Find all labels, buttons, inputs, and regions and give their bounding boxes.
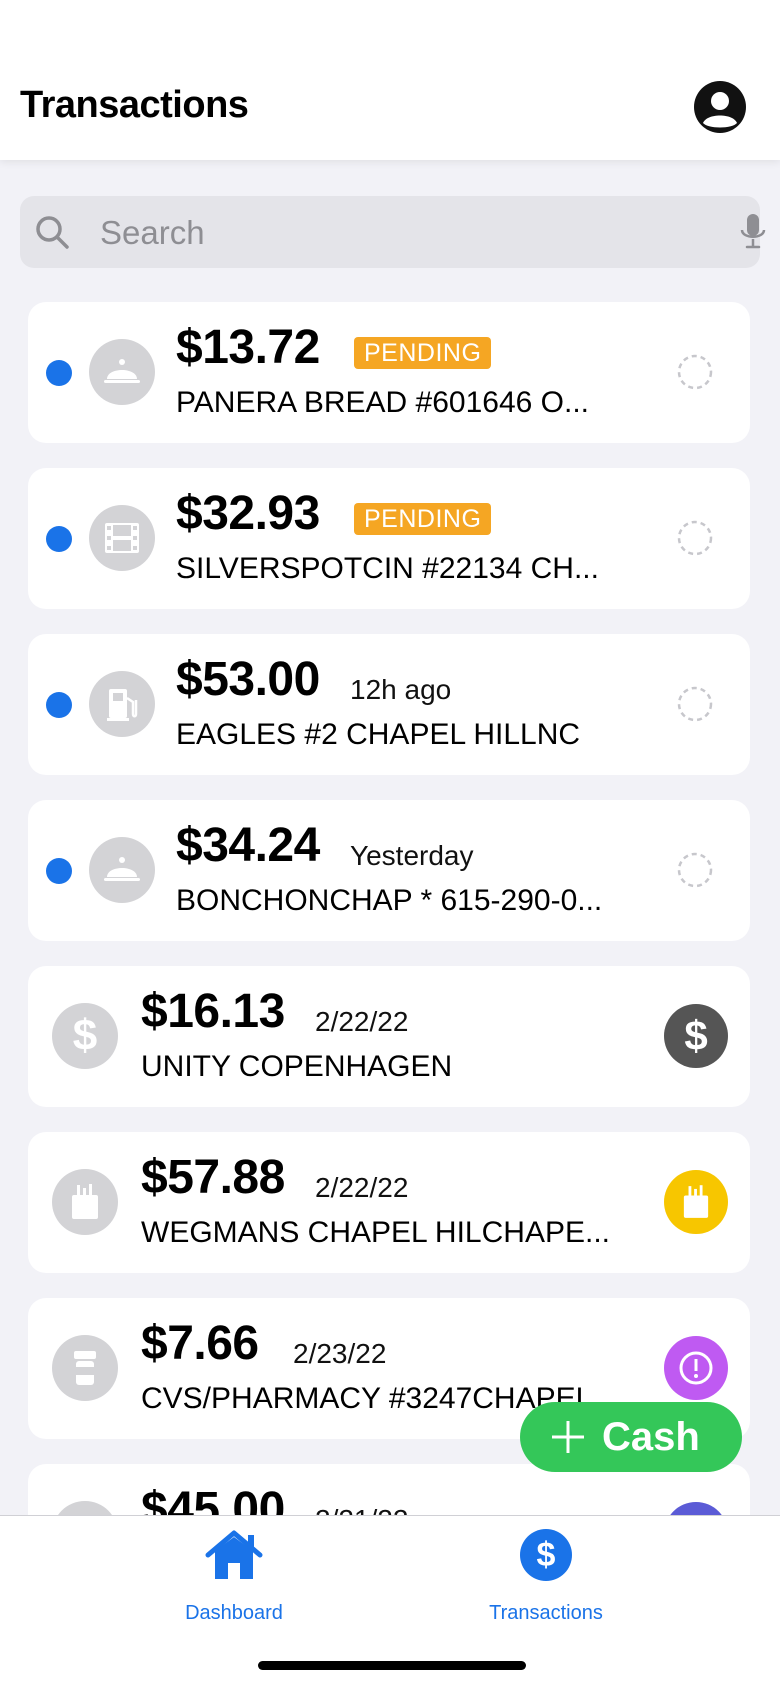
transaction-date: 2/23/22 xyxy=(293,1338,387,1369)
transaction-amount: $57.88 xyxy=(141,1151,285,1204)
app-header: Transactions xyxy=(0,0,780,160)
review-status-icon[interactable] xyxy=(677,852,713,888)
unread-dot xyxy=(46,526,72,552)
film-icon xyxy=(89,505,155,571)
tab-label: Transactions xyxy=(489,1602,603,1624)
page-title: Transactions xyxy=(20,84,249,126)
user-circle-icon[interactable] xyxy=(693,80,747,134)
transaction-card[interactable]: $34.24 Yesterday BONCHONCHAP * 615-290-0… xyxy=(28,800,750,941)
transaction-card[interactable]: $32.93 PENDING SILVERSPOTCIN #22134 CH..… xyxy=(28,468,750,609)
review-status-icon[interactable] xyxy=(677,520,713,556)
merchant-name: EAGLES #2 CHAPEL HILLNC xyxy=(176,718,581,751)
unread-dot xyxy=(46,692,72,718)
transaction-amount: $45.00 xyxy=(141,1483,285,1515)
microphone-icon[interactable] xyxy=(738,212,768,252)
search-icon xyxy=(36,216,69,249)
transaction-card[interactable]: $ $16.13 2/22/22 UNITY COPENHAGEN $ xyxy=(28,966,750,1107)
dollar-circle-icon: $ xyxy=(516,1526,576,1584)
transaction-amount: $16.13 xyxy=(141,985,285,1038)
tab-transactions[interactable]: $ Transactions xyxy=(446,1526,646,1626)
merchant-name: PANERA BREAD #601646 O... xyxy=(176,386,589,419)
transaction-amount: $34.24 xyxy=(176,819,320,872)
merchant-name: UNITY COPENHAGEN xyxy=(141,1050,453,1083)
food-cloche-icon xyxy=(89,339,155,405)
pill-bottle-icon xyxy=(52,1335,118,1401)
dollar-icon[interactable]: $ xyxy=(664,1004,728,1068)
review-status-icon[interactable] xyxy=(677,354,713,390)
exclamation-icon[interactable] xyxy=(664,1336,728,1400)
transaction-amount: $32.93 xyxy=(176,487,320,540)
food-cloche-icon xyxy=(89,837,155,903)
home-indicator xyxy=(258,1661,526,1670)
search-bar[interactable]: Search xyxy=(20,196,766,268)
gas-pump-icon xyxy=(89,671,155,737)
transaction-amount: $53.00 xyxy=(176,653,320,706)
transaction-date: 2/22/22 xyxy=(315,1006,409,1037)
transaction-date: Yesterday xyxy=(350,840,474,871)
search-input[interactable]: Search xyxy=(100,214,205,252)
tab-label: Dashboard xyxy=(185,1602,283,1624)
transaction-list[interactable]: $13.72 PENDING PANERA BREAD #601646 O...… xyxy=(0,300,780,1515)
pending-badge: PENDING xyxy=(354,337,492,369)
grocery-bag-icon[interactable] xyxy=(664,1170,728,1234)
plus-icon xyxy=(552,1421,584,1453)
transaction-card[interactable]: $53.00 12h ago EAGLES #2 CHAPEL HILLNC xyxy=(28,634,750,775)
transaction-amount: $13.72 xyxy=(176,321,320,374)
transaction-date: 12h ago xyxy=(350,674,452,705)
transaction-card[interactable]: $13.72 PENDING PANERA BREAD #601646 O... xyxy=(28,302,750,443)
merchant-name: SILVERSPOTCIN #22134 CH... xyxy=(176,552,599,585)
dollar-icon: $ xyxy=(52,1003,118,1069)
transaction-date: 2/21/22 xyxy=(315,1504,408,1515)
category-icon xyxy=(52,1501,118,1515)
tab-dashboard[interactable]: Dashboard xyxy=(134,1526,334,1626)
merchant-name: WEGMANS CHAPEL HILCHAPE... xyxy=(141,1216,610,1249)
add-cash-button[interactable]: Cash xyxy=(520,1402,742,1472)
add-cash-label: Cash xyxy=(602,1414,700,1459)
transaction-date: 2/22/22 xyxy=(315,1172,409,1203)
merchant-name: CVS/PHARMACY #3247CHAPEL xyxy=(141,1382,593,1415)
review-status-icon[interactable] xyxy=(677,686,713,722)
unread-dot xyxy=(46,360,72,386)
merchant-name: BONCHONCHAP * 615-290-0... xyxy=(176,884,603,917)
home-icon xyxy=(204,1526,264,1584)
transaction-card[interactable]: $57.88 2/22/22 WEGMANS CHAPEL HILCHAPE..… xyxy=(28,1132,750,1273)
transaction-amount: $7.66 xyxy=(141,1317,259,1370)
unread-dot xyxy=(46,858,72,884)
grocery-bag-icon xyxy=(52,1169,118,1235)
pending-badge: PENDING xyxy=(354,503,492,535)
status-icon[interactable] xyxy=(664,1502,728,1515)
